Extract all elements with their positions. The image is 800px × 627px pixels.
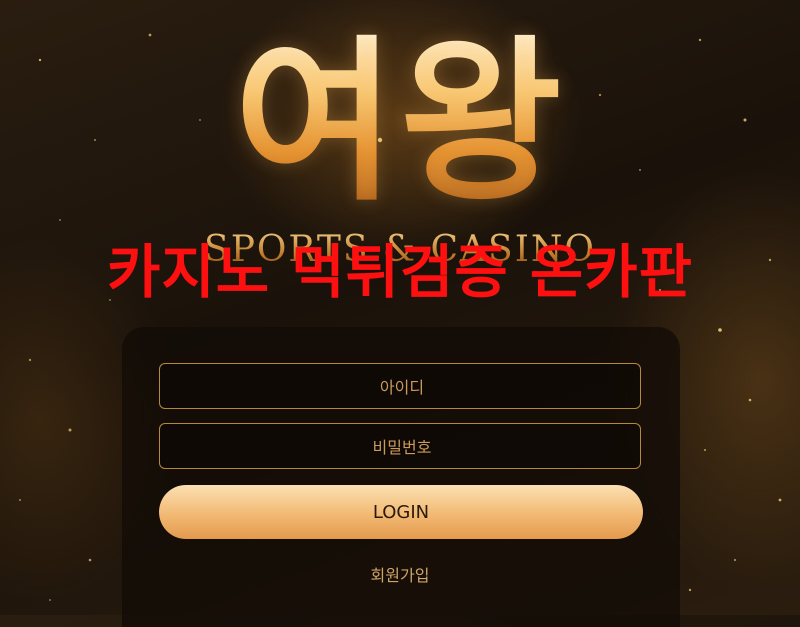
overlay-caption: 카지노 먹튀검증 온카판 xyxy=(107,238,693,306)
id-input[interactable] xyxy=(160,364,644,410)
login-button[interactable]: LOGIN xyxy=(159,485,643,539)
signup-link[interactable]: 회원가입 xyxy=(0,562,800,586)
logo-main-text: 여왕 xyxy=(0,22,800,222)
password-field-box xyxy=(159,423,644,470)
password-input[interactable] xyxy=(160,424,644,470)
id-field-box xyxy=(159,363,644,410)
